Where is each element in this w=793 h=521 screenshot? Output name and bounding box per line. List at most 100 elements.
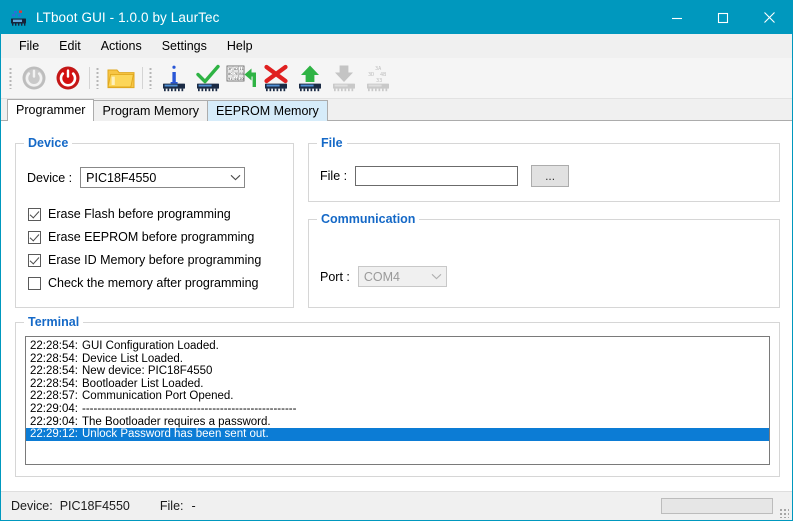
checkbox-erase-eeprom-box[interactable] [28,230,41,244]
terminal-line-message: Unlock Password has been sent out. [82,428,269,441]
checkbox-check-memory-label: Check the memory after programming [48,276,259,290]
toolbar-group-file [94,59,138,97]
svg-text:44: 44 [234,77,238,81]
terminal-line-message: ----------------------------------------… [82,402,297,415]
port-combobox-value: COM4 [363,269,400,284]
svg-text:11: 11 [239,67,243,71]
verify-device-button[interactable] [191,61,225,95]
terminal-line-selected[interactable]: 22:29:12: Unlock Password has been sent o… [26,428,769,441]
status-bar: Device: PIC18F4550 File: - [1,491,792,520]
read-memory-button[interactable]: 3F A2 11 0C 7E B5 91 44 2D [225,61,259,95]
chip-erase-icon [264,64,288,92]
terminal-line-time: 22:28:57: [30,390,78,403]
file-label: File : [320,169,348,183]
toolbar-grip-icon[interactable] [96,67,99,89]
terminal-line-time: 22:28:54: [30,365,78,378]
power-on-icon [56,66,80,90]
tab-programmer[interactable]: Programmer [7,99,95,121]
toolbar-group-device-actions: 3F A2 11 0C 7E B5 91 44 2D 3A 3D 4B 33 [147,59,395,97]
terminal-line: 22:28:54: New device: PIC18F4550 [26,365,769,378]
checkbox-erase-id-memory-box[interactable] [28,253,41,267]
write-device-button[interactable] [293,61,327,95]
menu-item-settings[interactable]: Settings [152,36,217,56]
menu-bar: File Edit Actions Settings Help [1,34,792,58]
terminal-line: 22:29:04: -------------------------------… [26,403,769,416]
chevron-down-icon [226,174,244,181]
toolbar-grip-icon[interactable] [149,67,152,89]
memory-read-icon: 3F A2 11 0C 7E B5 91 44 2D [226,65,256,87]
chip-check-icon [196,64,220,92]
file-path-input[interactable] [355,166,519,186]
device-combobox[interactable]: PIC18F4550 [80,167,246,188]
terminal-line-message: Communication Port Opened. [82,390,234,403]
communication-group-title: Communication [317,212,420,226]
device-label: Device : [27,170,73,185]
terminal-line: 22:28:57: Communication Port Opened. [26,390,769,403]
tab-content-programmer: Device Device : PIC18F4550 Erase Flash b… [1,121,792,491]
terminal-line-time: 22:28:54: [30,352,78,365]
device-info-button[interactable] [157,61,191,95]
chip-write-icon [299,65,321,92]
open-file-button[interactable] [104,61,138,95]
toolbar: 3F A2 11 0C 7E B5 91 44 2D 3A 3D 4B 33 [1,58,792,99]
file-group: File File : ... [308,136,780,202]
chip-read-icon [333,65,355,92]
power-off-icon [22,66,46,90]
svg-text:3F: 3F [228,67,232,71]
terminal-line-time: 22:29:04: [30,415,78,428]
chip-info-icon [163,65,185,92]
terminal-line-message: Device List Loaded. [82,352,184,365]
checkbox-erase-flash-box[interactable] [28,207,41,221]
terminal-line: 22:28:54: GUI Configuration Loaded. [26,340,769,353]
maximize-button[interactable] [700,1,746,34]
read-id-button[interactable]: 3A 3D 4B 33 [361,61,395,95]
connect-button[interactable] [51,61,85,95]
erase-device-button[interactable] [259,61,293,95]
device-group: Device Device : PIC18F4550 Erase Flash b… [15,136,294,308]
terminal-output[interactable]: 22:28:54: GUI Configuration Loaded. 22:28… [25,336,770,465]
checkbox-erase-eeprom-label: Erase EEPROM before programming [48,230,255,244]
tab-eeprom-memory[interactable]: EEPROM Memory [207,100,328,121]
terminal-line-time: 22:28:54: [30,340,78,352]
terminal-line-time: 22:29:04: [30,402,78,415]
toolbar-separator [142,67,143,89]
window-title: LTboot GUI - 1.0.0 by LaurTec [36,10,220,25]
minimize-button[interactable] [654,1,700,34]
svg-text:2D: 2D [239,77,243,81]
menu-item-actions[interactable]: Actions [91,36,152,56]
terminal-group: Terminal 22:28:54: GUI Configuration Load… [15,315,780,477]
device-combobox-value: PIC18F4550 [86,170,157,185]
status-file-label: File: [159,499,184,513]
terminal-line: 22:28:54: Device List Loaded. [26,353,769,366]
checkbox-erase-flash-label: Erase Flash before programming [48,207,231,221]
terminal-line-time: 22:29:12: [30,428,78,441]
tab-program-memory[interactable]: Program Memory [93,100,209,121]
checkbox-check-memory-box[interactable] [28,276,41,290]
app-icon [10,10,28,26]
checkbox-check-memory[interactable]: Check the memory after programming [28,275,259,291]
checkbox-erase-eeprom[interactable]: Erase EEPROM before programming [28,229,254,245]
menu-item-file[interactable]: File [9,36,49,56]
svg-text:B5: B5 [239,72,243,76]
checkbox-erase-id-memory[interactable]: Erase ID Memory before programming [28,252,261,268]
tab-strip: Programmer Program Memory EEPROM Memory [1,99,792,121]
status-device-value: PIC18F4550 [59,499,130,513]
disconnect-button[interactable] [17,61,51,95]
application-window: LTboot GUI - 1.0.0 by LaurTec File Edit … [0,0,793,521]
menu-item-edit[interactable]: Edit [49,36,91,56]
communication-group: Communication Port : COM4 [308,212,780,308]
resize-grip-icon[interactable] [779,508,789,518]
checkbox-erase-flash[interactable]: Erase Flash before programming [28,206,231,222]
port-combobox[interactable]: COM4 [357,266,447,287]
svg-text:A2: A2 [234,67,238,71]
terminal-group-title: Terminal [24,315,84,329]
close-button[interactable] [746,1,792,34]
toolbar-group-connection [7,59,85,97]
terminal-line-message: The Bootloader requires a password. [82,415,271,428]
browse-file-button[interactable]: ... [531,165,570,187]
svg-text:3D: 3D [368,72,374,78]
toolbar-grip-icon[interactable] [9,67,12,89]
read-device-button[interactable] [327,61,361,95]
menu-item-help[interactable]: Help [217,36,263,56]
toolbar-separator [89,67,90,89]
